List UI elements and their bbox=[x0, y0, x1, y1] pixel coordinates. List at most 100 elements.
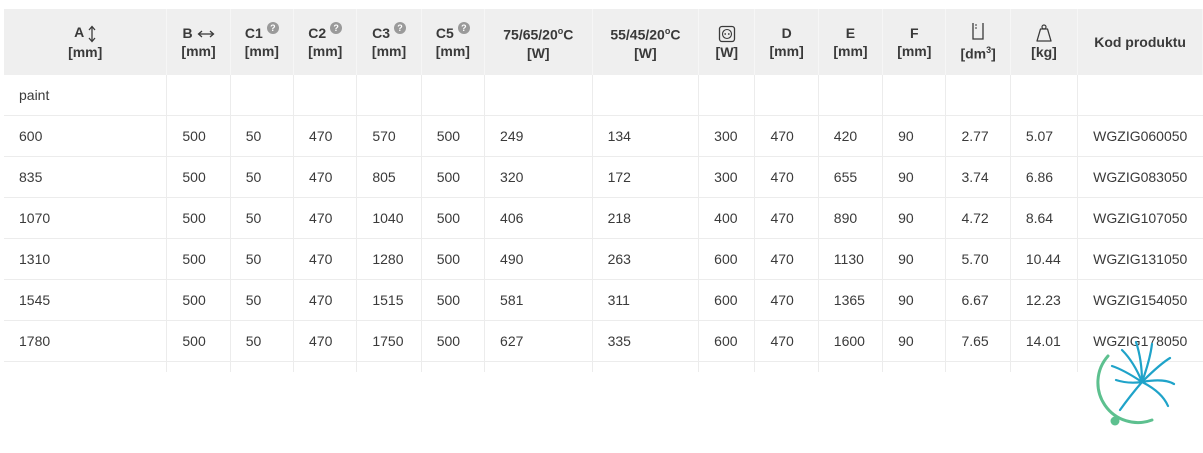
help-icon[interactable]: ? bbox=[393, 22, 406, 34]
cell-c2: 470 bbox=[293, 320, 358, 362]
cell-empty bbox=[882, 361, 947, 372]
cell-c3: 1515 bbox=[356, 279, 422, 321]
cell-c5: 500 bbox=[421, 238, 486, 280]
cell-f: 90 bbox=[882, 279, 947, 321]
help-icon[interactable]: ? bbox=[457, 22, 470, 34]
cell-water-volume: 3.74 bbox=[945, 156, 1011, 198]
col-header-name: C1 bbox=[244, 25, 263, 41]
col-header-name: A bbox=[74, 24, 85, 41]
cell-output-75-65-20: 320 bbox=[484, 156, 593, 198]
help-icon[interactable]: ? bbox=[266, 22, 279, 34]
cell-b bbox=[166, 75, 231, 116]
cell-electric-power: 300 bbox=[698, 156, 756, 198]
col-header-c3: C3? [mm] bbox=[356, 9, 422, 75]
col-header-unit: [mm] bbox=[68, 43, 103, 60]
cell-c5 bbox=[421, 75, 486, 116]
cell-c3 bbox=[356, 75, 422, 116]
cell-product-code: WGZIG060050 bbox=[1077, 115, 1203, 157]
cell-c5: 500 bbox=[421, 279, 486, 321]
cell-empty bbox=[356, 361, 422, 372]
cell-c3: 570 bbox=[356, 115, 422, 157]
cell-empty bbox=[754, 361, 819, 372]
cell-c1: 50 bbox=[230, 156, 295, 198]
cell-d bbox=[754, 75, 819, 116]
cell-a: 1545 bbox=[4, 279, 168, 321]
col-header-unit: [dm3] bbox=[948, 41, 1007, 63]
cell-output-55-45-20: 311 bbox=[592, 279, 700, 321]
cell-d: 470 bbox=[754, 115, 819, 157]
cell-empty bbox=[945, 361, 1011, 372]
col-header-suffix: C bbox=[670, 26, 681, 43]
cell-electric-power: 300 bbox=[698, 115, 756, 157]
cell-c5: 500 bbox=[421, 320, 486, 362]
cell-b: 500 bbox=[166, 279, 231, 321]
cell-d: 470 bbox=[754, 197, 819, 239]
col-header-unit: [mm] bbox=[897, 43, 932, 59]
col-header-unit: [mm] bbox=[769, 43, 804, 59]
col-header-name: F bbox=[910, 25, 919, 41]
cell-empty bbox=[421, 361, 486, 372]
col-header-unit: [W] bbox=[715, 43, 739, 60]
cell-c5: 500 bbox=[421, 156, 486, 198]
cell-c2: 470 bbox=[293, 156, 358, 198]
col-header-unit: [kg] bbox=[1031, 44, 1057, 61]
cell-empty bbox=[592, 361, 700, 372]
col-header-unit: [mm] bbox=[371, 43, 407, 59]
table-row-partial bbox=[4, 361, 1203, 372]
col-header-d: D [mm] bbox=[754, 9, 819, 75]
cell-empty bbox=[4, 361, 168, 372]
cell-water-volume: 2.77 bbox=[945, 115, 1011, 157]
cell-product-code: WGZIG107050 bbox=[1077, 197, 1203, 239]
table-row: 835 500 50 470 805 500 320 172 300 470 655 90 3.74 6.… bbox=[4, 156, 1203, 198]
cell-e: 420 bbox=[818, 115, 884, 157]
cell-weight: 14.01 bbox=[1010, 320, 1079, 362]
cell-a: 1070 bbox=[4, 197, 168, 239]
cell-water-volume bbox=[945, 75, 1011, 116]
cell-empty bbox=[818, 361, 884, 372]
cell-d: 470 bbox=[754, 279, 819, 321]
cell-weight: 12.23 bbox=[1010, 279, 1079, 321]
cell-electric-power: 600 bbox=[698, 320, 756, 362]
table-row: paint bbox=[4, 75, 1203, 116]
table-row: 1070 500 50 470 1040 500 406 218 400 470 890 90 4.72… bbox=[4, 197, 1203, 239]
cell-c2: 470 bbox=[293, 279, 358, 321]
cell-weight: 6.86 bbox=[1010, 156, 1079, 198]
cell-electric-power: 600 bbox=[698, 238, 756, 280]
col-header-unit: [mm] bbox=[244, 43, 279, 59]
cell-b: 500 bbox=[166, 156, 231, 198]
cell-d: 470 bbox=[754, 238, 819, 280]
cell-water-volume: 6.67 bbox=[945, 279, 1011, 321]
cell-e: 1600 bbox=[818, 320, 884, 362]
cell-electric-power: 600 bbox=[698, 279, 756, 321]
product-spec-table: A [mm] B [mm] C1? [mm] C2? [mm] C3 ? [mm… bbox=[4, 9, 1203, 372]
cell-empty bbox=[698, 361, 756, 372]
cell-b: 500 bbox=[166, 320, 231, 362]
cell-c2 bbox=[293, 75, 358, 116]
cell-output-75-65-20: 627 bbox=[484, 320, 593, 362]
cell-water-volume: 5.70 bbox=[945, 238, 1011, 280]
col-header-suffix: C bbox=[563, 26, 574, 43]
cell-c5: 500 bbox=[421, 115, 486, 157]
volume-container-icon bbox=[972, 23, 984, 40]
col-header-water-volume: [dm3] bbox=[945, 9, 1011, 75]
cell-weight: 10.44 bbox=[1010, 238, 1079, 280]
cell-c2: 470 bbox=[293, 197, 358, 239]
cell-output-55-45-20: 263 bbox=[592, 238, 700, 280]
col-header-f: F [mm] bbox=[882, 9, 947, 75]
cell-c2: 470 bbox=[293, 238, 358, 280]
horizontal-arrow-icon bbox=[197, 30, 215, 38]
table-body: paint 600 500 50 470 570 500 249 134 300 470 420 90 2… bbox=[4, 75, 1203, 372]
cell-b: 500 bbox=[166, 238, 231, 280]
cell-output-55-45-20: 172 bbox=[592, 156, 700, 198]
col-header-unit: [mm] bbox=[833, 43, 868, 59]
cell-a: 835 bbox=[4, 156, 168, 198]
cell-output-75-65-20: 406 bbox=[484, 197, 593, 239]
col-header-unit: [W] bbox=[527, 44, 550, 61]
col-header-unit: [W] bbox=[634, 44, 657, 61]
col-header-name: B bbox=[182, 25, 193, 41]
col-header-c2: C2? [mm] bbox=[293, 9, 358, 75]
help-icon[interactable]: ? bbox=[330, 22, 343, 34]
cell-output-75-65-20: 249 bbox=[484, 115, 593, 157]
cell-output-55-45-20 bbox=[592, 75, 700, 116]
cell-weight: 5.07 bbox=[1010, 115, 1079, 157]
